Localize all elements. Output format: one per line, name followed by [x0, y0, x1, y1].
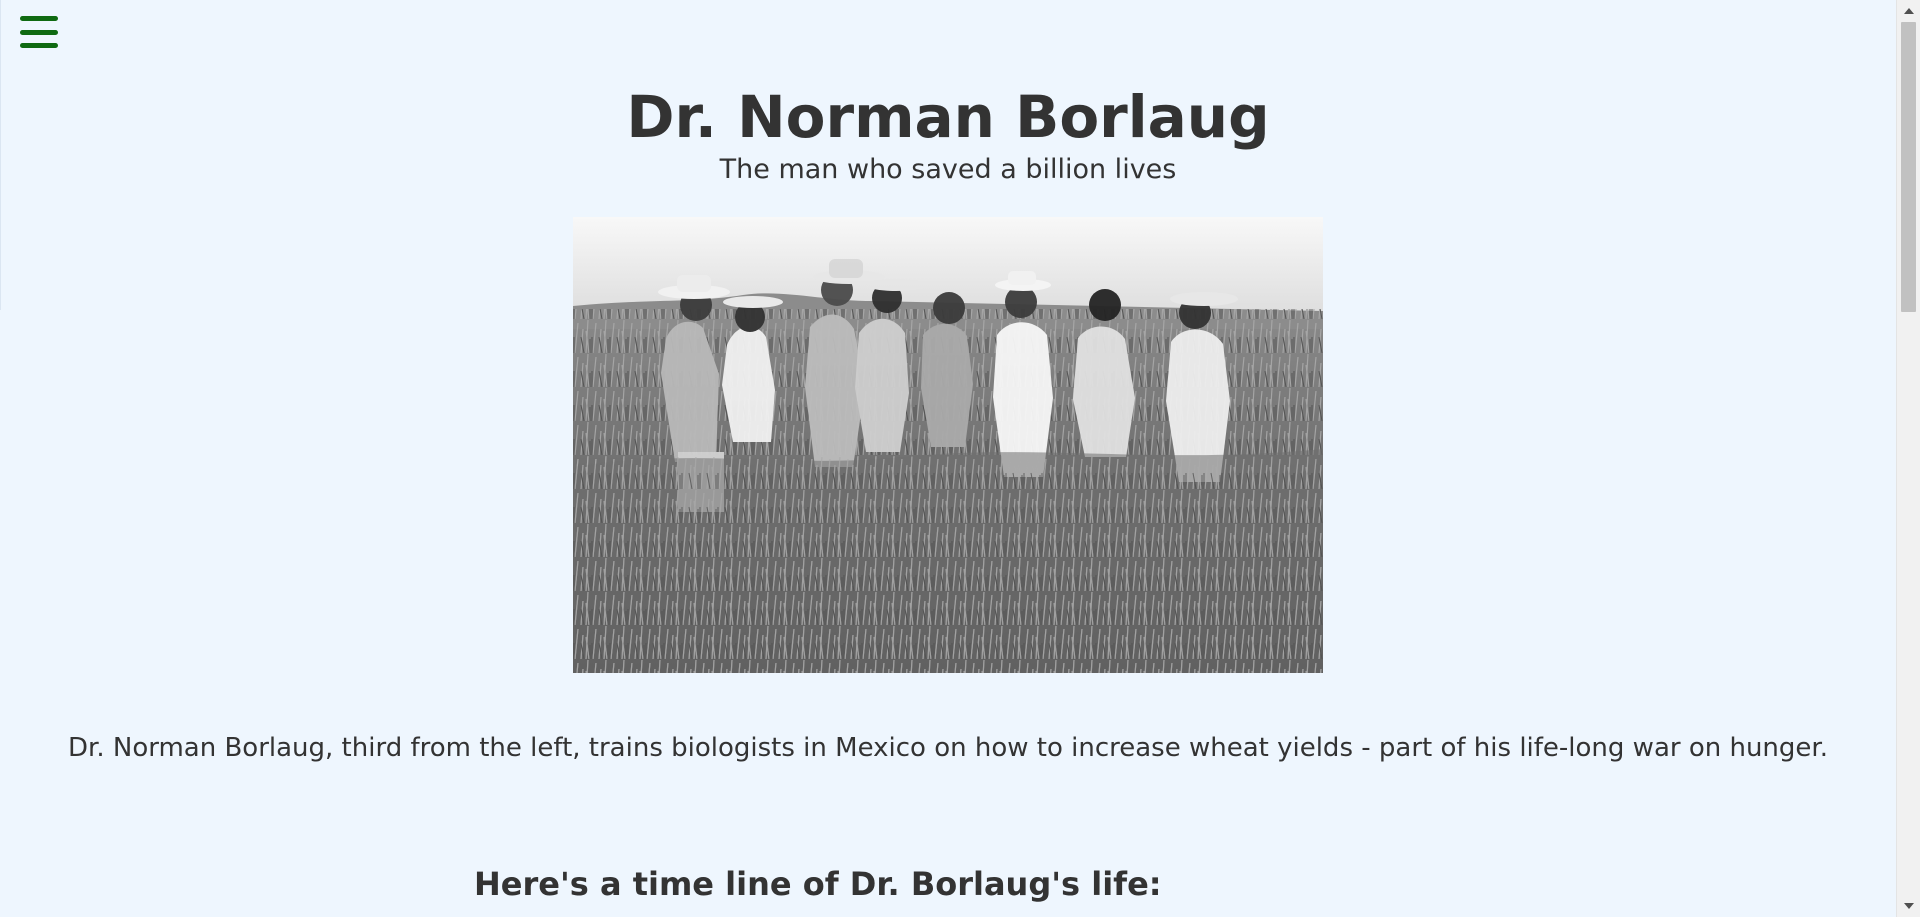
page-title: Dr. Norman Borlaug	[626, 82, 1270, 151]
vertical-scrollbar[interactable]	[1896, 0, 1920, 917]
main-content: Dr. Norman Borlaug The man who saved a b…	[0, 0, 1896, 917]
wheat-field-photo	[573, 217, 1323, 673]
timeline-heading: Here's a time line of Dr. Borlaug's life…	[474, 864, 1162, 903]
scrollbar-thumb[interactable]	[1901, 22, 1916, 312]
page: Dr. Norman Borlaug The man who saved a b…	[0, 0, 1920, 917]
scroll-up-icon[interactable]	[1904, 8, 1914, 14]
page-subtitle: The man who saved a billion lives	[719, 154, 1177, 185]
photo-caption: Dr. Norman Borlaug, third from the left,…	[68, 733, 1828, 763]
scroll-down-icon[interactable]	[1904, 903, 1914, 909]
hero-photo	[573, 217, 1323, 673]
